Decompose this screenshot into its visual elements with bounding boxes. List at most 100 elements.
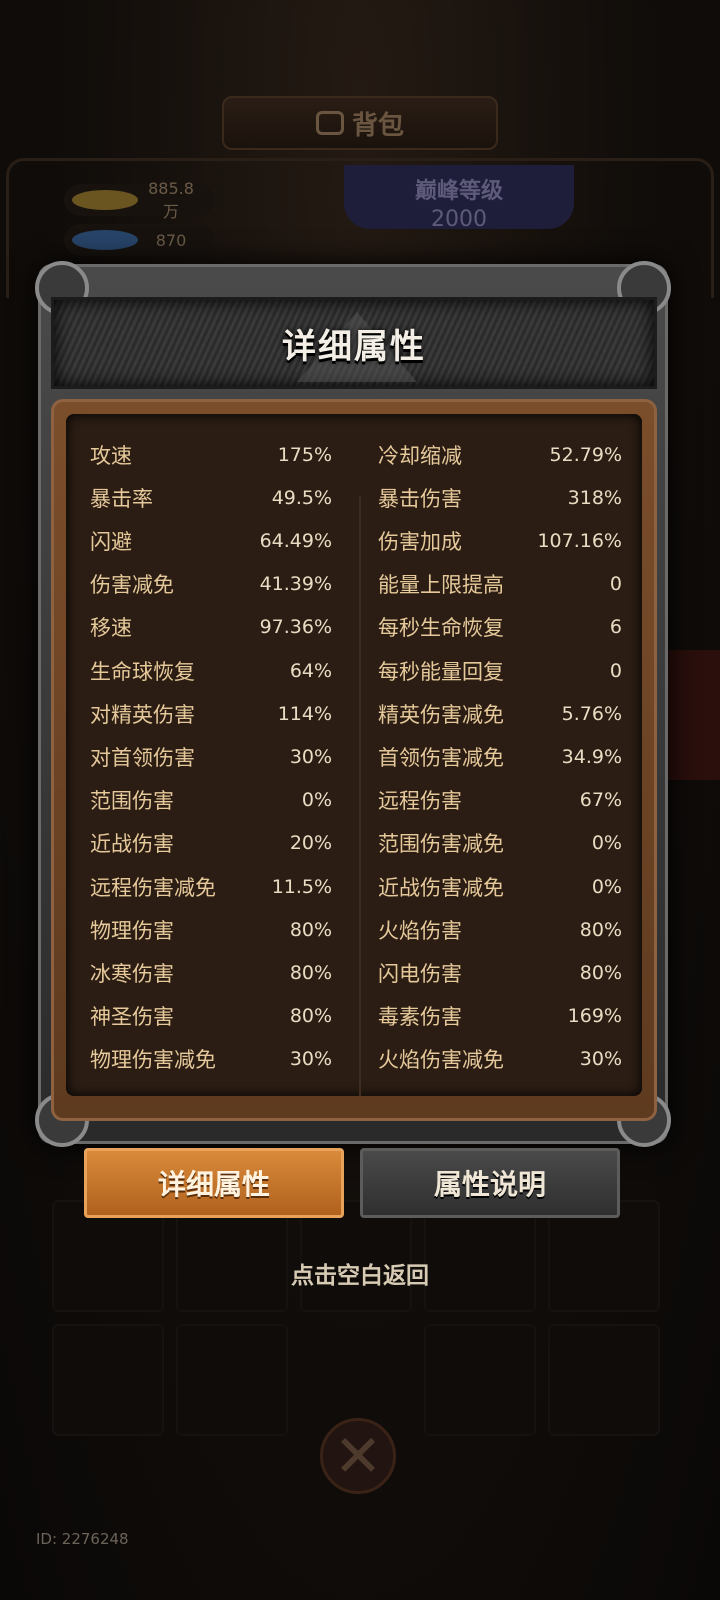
stats-list[interactable]: 攻速 175% 冷却缩减 52.79% 暴击率 49.5% 暴击伤害 318% 闪避 64.49%… bbox=[66, 414, 642, 1096]
stat-cell: 闪避 64.49% bbox=[66, 519, 354, 562]
stat-value: 169% bbox=[567, 1005, 622, 1028]
stat-label: 每秒能量回复 bbox=[378, 659, 505, 684]
stat-value: 64.49% bbox=[259, 529, 333, 552]
stat-label: 移速 bbox=[90, 616, 132, 641]
stat-label: 暴击率 bbox=[90, 486, 153, 511]
stat-label: 物理伤害减免 bbox=[90, 1048, 216, 1073]
stat-label: 伤害减免 bbox=[90, 573, 174, 598]
stat-label: 冰寒伤害 bbox=[90, 961, 174, 986]
stat-label: 能量上限提高 bbox=[378, 573, 505, 598]
stat-label: 每秒生命恢复 bbox=[378, 616, 505, 641]
gold-counter: 885.8万 bbox=[64, 179, 214, 221]
stat-value: 0% bbox=[301, 789, 333, 812]
stats-panel: 攻速 175% 冷却缩减 52.79% 暴击率 49.5% 暴击伤害 318% 闪避 64.49%… bbox=[51, 399, 657, 1121]
stat-value: 67% bbox=[579, 789, 622, 812]
stat-value: 0 bbox=[609, 573, 622, 596]
stat-cell: 暴击伤害 318% bbox=[354, 476, 642, 519]
stat-label: 精英伤害减免 bbox=[378, 702, 505, 727]
stat-value: 80% bbox=[579, 961, 622, 984]
peak-level-title: 巅峰等级 bbox=[414, 179, 503, 204]
stat-value: 6 bbox=[609, 616, 622, 639]
side-panel bbox=[668, 650, 720, 780]
close-x-icon: ✕ bbox=[320, 1418, 396, 1494]
stat-cell: 能量上限提高 0 bbox=[354, 563, 642, 606]
stat-label: 远程伤害 bbox=[378, 789, 463, 814]
stat-cell: 伤害加成 107.16% bbox=[354, 519, 642, 562]
stat-cell: 近战伤害 20% bbox=[66, 822, 354, 865]
gem-counter: 870 bbox=[64, 224, 214, 256]
gem-icon bbox=[72, 230, 138, 250]
stat-label: 冷却缩减 bbox=[378, 443, 463, 468]
stat-value: 80% bbox=[289, 918, 333, 941]
tab-attribute-description[interactable]: 属性说明 bbox=[360, 1148, 620, 1218]
inventory-slot bbox=[176, 1324, 288, 1436]
stat-row: 伤害减免 41.39% 能量上限提高 0 bbox=[66, 563, 642, 606]
stat-cell: 火焰伤害 80% bbox=[354, 908, 642, 951]
stat-row: 远程伤害减免 11.5% 近战伤害减免 0% bbox=[66, 865, 642, 908]
stat-cell: 远程伤害 67% bbox=[354, 779, 642, 822]
gem-amount: 870 bbox=[155, 230, 187, 250]
stat-cell: 火焰伤害减免 30% bbox=[354, 1038, 642, 1081]
detail-attributes-modal: 详细属性 攻速 175% 冷却缩减 52.79% 暴击率 49.5% 暴击伤害 318% 闪避 6… bbox=[35, 261, 671, 1147]
stat-value: 80% bbox=[289, 961, 333, 984]
stat-label: 闪电伤害 bbox=[378, 961, 463, 986]
stat-cell: 首领伤害减免 34.9% bbox=[354, 735, 642, 778]
stat-label: 攻速 bbox=[90, 443, 132, 468]
stat-row: 范围伤害 0% 远程伤害 67% bbox=[66, 779, 642, 822]
modal-title: 详细属性 bbox=[282, 326, 426, 367]
stat-cell: 伤害减免 41.39% bbox=[66, 563, 354, 606]
inventory-slot bbox=[548, 1324, 660, 1436]
stat-value: 0 bbox=[609, 659, 622, 682]
stat-label: 首领伤害减免 bbox=[378, 745, 505, 770]
inventory-slot bbox=[52, 1324, 164, 1436]
gold-amount: 885.8万 bbox=[148, 178, 194, 221]
stat-cell: 每秒能量回复 0 bbox=[354, 649, 642, 692]
stat-value: 0% bbox=[591, 832, 622, 855]
stat-cell: 生命球恢复 64% bbox=[66, 649, 354, 692]
stat-cell: 毒素伤害 169% bbox=[354, 995, 642, 1038]
stat-row: 物理伤害 80% 火焰伤害 80% bbox=[66, 908, 642, 951]
stat-cell: 冷却缩减 52.79% bbox=[354, 433, 642, 476]
stat-cell: 每秒生命恢复 6 bbox=[354, 606, 642, 649]
stat-label: 火焰伤害 bbox=[378, 918, 463, 943]
stat-value: 41.39% bbox=[259, 573, 333, 596]
stat-value: 80% bbox=[579, 918, 622, 941]
stat-row: 物理伤害减免 30% 火焰伤害减免 30% bbox=[66, 1038, 642, 1081]
stat-cell: 冰寒伤害 80% bbox=[66, 951, 354, 994]
stat-label: 对首领伤害 bbox=[90, 745, 195, 770]
stat-row: 攻速 175% 冷却缩减 52.79% bbox=[66, 433, 642, 476]
bag-title: 背包 bbox=[351, 110, 404, 141]
stat-value: 49.5% bbox=[271, 486, 333, 509]
stat-cell: 闪电伤害 80% bbox=[354, 951, 642, 994]
stat-label: 神圣伤害 bbox=[90, 1005, 174, 1030]
stat-value: 175% bbox=[277, 443, 333, 466]
stat-value: 5.76% bbox=[561, 702, 622, 725]
stat-value: 30% bbox=[289, 1048, 333, 1071]
stat-label: 闪避 bbox=[90, 529, 132, 554]
stat-row: 对首领伤害 30% 首领伤害减免 34.9% bbox=[66, 735, 642, 778]
stat-cell: 暴击率 49.5% bbox=[66, 476, 354, 519]
stat-cell: 物理伤害减免 30% bbox=[66, 1038, 354, 1081]
stat-cell: 范围伤害减免 0% bbox=[354, 822, 642, 865]
stat-label: 物理伤害 bbox=[90, 918, 174, 943]
peak-level-value: 2000 bbox=[431, 207, 487, 232]
stat-row: 神圣伤害 80% 毒素伤害 169% bbox=[66, 995, 642, 1038]
stat-value: 34.9% bbox=[561, 745, 622, 768]
stat-value: 52.79% bbox=[549, 443, 622, 466]
stat-value: 20% bbox=[289, 832, 333, 855]
tab-detail-attributes[interactable]: 详细属性 bbox=[84, 1148, 344, 1218]
stat-row: 冰寒伤害 80% 闪电伤害 80% bbox=[66, 951, 642, 994]
stat-label: 火焰伤害减免 bbox=[378, 1048, 505, 1073]
stat-value: 107.16% bbox=[537, 529, 622, 552]
stat-cell: 范围伤害 0% bbox=[66, 779, 354, 822]
stat-cell: 神圣伤害 80% bbox=[66, 995, 354, 1038]
stat-value: 0% bbox=[591, 875, 622, 898]
stat-label: 近战伤害减免 bbox=[378, 875, 505, 900]
stat-label: 毒素伤害 bbox=[378, 1005, 463, 1030]
gold-coin-icon bbox=[72, 190, 138, 210]
stat-cell: 精英伤害减免 5.76% bbox=[354, 692, 642, 735]
stat-label: 伤害加成 bbox=[378, 529, 463, 554]
stat-value: 97.36% bbox=[259, 616, 333, 639]
tap-blank-to-return-hint[interactable]: 点击空白返回 bbox=[0, 1256, 720, 1290]
stat-row: 对精英伤害 114% 精英伤害减免 5.76% bbox=[66, 692, 642, 735]
